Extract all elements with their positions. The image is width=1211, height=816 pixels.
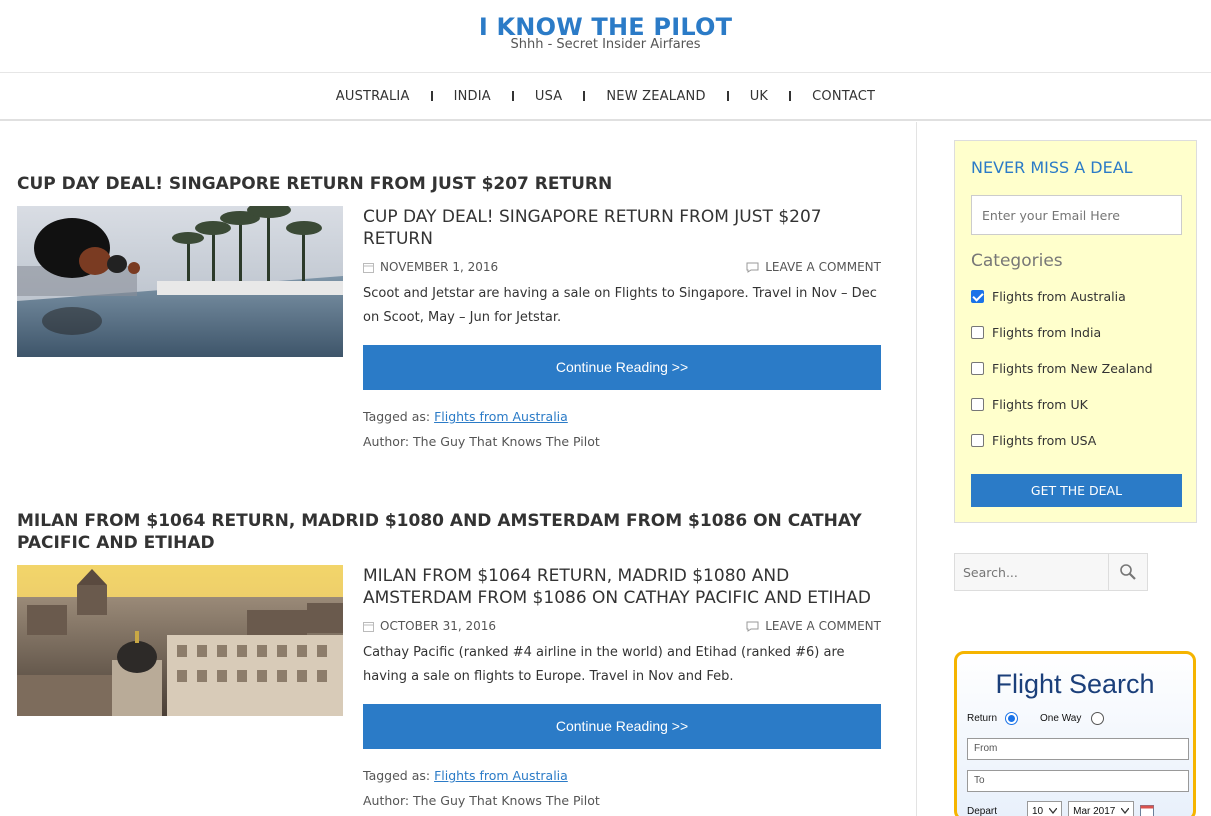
post-date: OCTOBER 31, 2016 [380, 619, 497, 633]
comment-icon [746, 621, 759, 632]
depart-row: Depart 10 Mar 2017 [967, 801, 1155, 816]
search-icon [1120, 564, 1136, 580]
leave-comment-link[interactable]: LEAVE A COMMENT [746, 619, 881, 633]
post-title[interactable]: CUP DAY DEAL! SINGAPORE RETURN FROM JUST… [363, 206, 881, 250]
nav-item-usa[interactable]: USA [535, 89, 563, 104]
post-meta: OCTOBER 31, 2016 LEAVE A COMMENT [363, 619, 881, 633]
continue-reading-button[interactable]: Continue Reading >> [363, 704, 881, 749]
leave-comment-label: LEAVE A COMMENT [765, 260, 881, 274]
category-new-zealand[interactable]: Flights from New Zealand [971, 359, 1153, 377]
madrid-city-image [17, 565, 343, 716]
post-tags: Tagged as: Flights from Australia [363, 768, 881, 783]
post-meta: NOVEMBER 1, 2016 LEAVE A COMMENT [363, 260, 881, 274]
post-thumbnail-singapore-pool[interactable] [17, 206, 343, 357]
depart-day-select[interactable]: 10 [1027, 801, 1063, 816]
post-author: Author: The Guy That Knows The Pilot [363, 434, 600, 449]
main-nav: AUSTRALIA INDIA USA NEW ZEALAND UK CONTA… [0, 73, 1211, 121]
tagged-label: Tagged as: [363, 409, 435, 424]
trip-type-row: Return One Way [967, 712, 1105, 725]
category-checkbox[interactable] [971, 289, 984, 303]
category-checkbox[interactable] [971, 361, 984, 375]
to-field[interactable]: To [967, 770, 1189, 792]
search-input[interactable] [955, 554, 1109, 590]
category-label: Flights from UK [992, 396, 1088, 412]
depart-month-select[interactable]: Mar 2017 [1068, 801, 1135, 816]
chevron-down-icon [1049, 808, 1058, 814]
calendar-icon [363, 262, 374, 273]
tagged-label: Tagged as: [363, 768, 435, 783]
category-usa[interactable]: Flights from USA [971, 431, 1096, 449]
post-heading[interactable]: CUP DAY DEAL! SINGAPORE RETURN FROM JUST… [17, 173, 897, 195]
email-input[interactable] [971, 195, 1182, 235]
nav-item-uk[interactable]: UK [750, 89, 768, 104]
nav-item-contact[interactable]: CONTACT [812, 89, 875, 104]
from-field[interactable]: From [967, 738, 1189, 760]
newsletter-deal-box: NEVER MISS A DEAL Categories Flights fro… [954, 140, 1197, 523]
leave-comment-label: LEAVE A COMMENT [765, 619, 881, 633]
continue-reading-button[interactable]: Continue Reading >> [363, 345, 881, 390]
nav-item-australia[interactable]: AUSTRALIA [336, 89, 410, 104]
category-label: Flights from Australia [992, 288, 1126, 304]
search-form [954, 553, 1148, 591]
return-label: Return [967, 713, 998, 724]
site-tagline: Shhh - Secret Insider Airfares [510, 37, 701, 52]
one-way-label: One Way [1040, 713, 1082, 724]
site-header: I KNOW THE PILOT Shhh - Secret Insider A… [0, 0, 1211, 73]
post-title[interactable]: MILAN FROM $1064 RETURN, MADRID $1080 AN… [363, 565, 881, 609]
category-checkbox[interactable] [971, 325, 984, 339]
nav-item-india[interactable]: INDIA [454, 89, 491, 104]
nav-separator [726, 91, 729, 101]
tag-link[interactable]: Flights from Australia [434, 768, 568, 783]
leave-comment-link[interactable]: LEAVE A COMMENT [746, 260, 881, 274]
flight-search-widget: Flight Search Return One Way From To Dep… [954, 651, 1196, 816]
return-radio[interactable] [1005, 712, 1019, 725]
category-label: Flights from India [992, 324, 1102, 340]
nav-separator [511, 91, 514, 101]
post-excerpt: Cathay Pacific (ranked #4 airline in the… [363, 645, 845, 684]
calendar-picker-icon[interactable] [1140, 804, 1155, 816]
categories-title: Categories [971, 251, 1063, 271]
nav-separator [789, 91, 792, 101]
depart-label: Depart [967, 805, 998, 816]
post-author: Author: The Guy That Knows The Pilot [363, 793, 600, 808]
flight-search-title: Flight Search [995, 669, 1155, 699]
content-divider [916, 122, 917, 816]
post-date: NOVEMBER 1, 2016 [380, 260, 499, 274]
deal-box-title: NEVER MISS A DEAL [971, 158, 1133, 177]
category-checkbox[interactable] [971, 433, 984, 447]
one-way-radio[interactable] [1091, 712, 1105, 725]
get-the-deal-button[interactable]: GET THE DEAL [971, 474, 1182, 507]
search-button[interactable] [1109, 554, 1147, 590]
category-label: Flights from New Zealand [992, 360, 1153, 376]
post-excerpt: Scoot and Jetstar are having a sale on F… [363, 286, 877, 325]
comment-icon [746, 262, 759, 273]
singapore-pool-image [17, 206, 343, 357]
nav-separator [583, 91, 586, 101]
post-body: CUP DAY DEAL! SINGAPORE RETURN FROM JUST… [363, 206, 881, 449]
category-india[interactable]: Flights from India [971, 323, 1101, 341]
category-checkbox[interactable] [971, 397, 984, 411]
post-body: MILAN FROM $1064 RETURN, MADRID $1080 AN… [363, 565, 881, 808]
category-label: Flights from USA [992, 432, 1097, 448]
category-australia[interactable]: Flights from Australia [971, 287, 1126, 305]
post-tags: Tagged as: Flights from Australia [363, 409, 881, 424]
post-thumbnail-madrid-city[interactable] [17, 565, 343, 716]
chevron-down-icon [1121, 808, 1130, 814]
nav-item-new-zealand[interactable]: NEW ZEALAND [606, 89, 705, 104]
tag-link[interactable]: Flights from Australia [434, 409, 568, 424]
nav-separator [430, 91, 433, 101]
post-heading[interactable]: MILAN FROM $1064 RETURN, MADRID $1080 AN… [17, 510, 887, 554]
calendar-icon [363, 621, 374, 632]
category-uk[interactable]: Flights from UK [971, 395, 1088, 413]
